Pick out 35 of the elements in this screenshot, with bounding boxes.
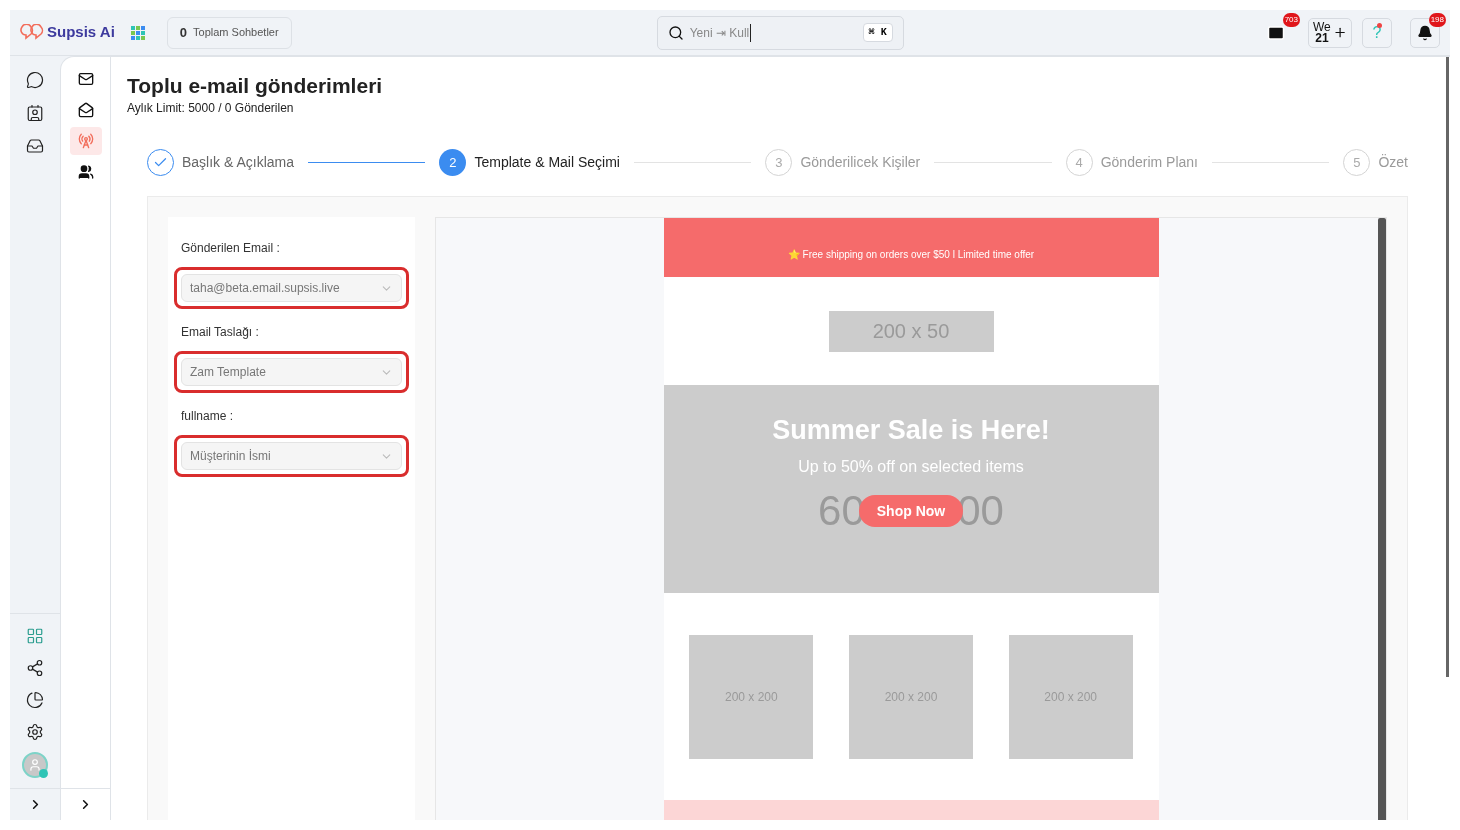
apps-grid-icon[interactable] xyxy=(130,25,145,40)
step-label: Özet xyxy=(1378,153,1408,172)
chat-count: 0 xyxy=(179,23,188,42)
field-label: Email Taslağı : xyxy=(180,324,260,341)
search-text: Yeni ⇥ Kull xyxy=(689,23,752,42)
mail-icon xyxy=(1267,23,1285,42)
search-icon xyxy=(667,24,684,41)
field-label: fullname : xyxy=(180,408,235,425)
page-title: Toplu e-mail gönderimleri xyxy=(127,73,384,99)
user-icon xyxy=(28,758,42,772)
select-field[interactable]: taha@beta.email.supsis.live xyxy=(181,274,402,302)
field-label: Gönderilen Email : xyxy=(180,240,281,257)
search-field[interactable]: Yeni ⇥ Kull ⌘ K xyxy=(656,15,904,50)
chat-count-label: Toplam Sohbetler xyxy=(193,25,279,41)
select-field[interactable]: Zam Template xyxy=(181,358,402,386)
workspace-button[interactable]: We 21 xyxy=(1308,17,1352,48)
shortcut-key: ⌘ K xyxy=(862,23,893,42)
page-subtitle: Aylık Limit: 5000 / 0 Gönderilen xyxy=(127,100,295,117)
banner-text: ⭐ Free shipping on orders over $50 l Limited time offer xyxy=(787,248,1035,262)
step-number: 2 xyxy=(439,149,467,176)
logo-icon xyxy=(20,23,44,42)
step-label: Gönderilicek Kişiler xyxy=(800,153,921,172)
plus-icon xyxy=(1332,25,1347,40)
select-field[interactable]: Müşterinin İsmi xyxy=(181,442,402,470)
step-label: Başlık & Açıklama xyxy=(182,153,295,172)
notification-badge: 703 xyxy=(1282,12,1300,27)
notification-badge: 198 xyxy=(1428,12,1446,27)
workspace-number: 21 xyxy=(1315,32,1329,44)
bell-icon xyxy=(1417,24,1433,41)
logo-text: Supsis Ai xyxy=(47,22,115,43)
step-label: Template & Mail Seçimi xyxy=(474,153,620,172)
scrollbar[interactable] xyxy=(1446,57,1449,677)
step-label: Gönderim Planı xyxy=(1100,153,1198,172)
scrollbar[interactable] xyxy=(1378,218,1386,820)
workspace-name: We xyxy=(1313,21,1331,33)
